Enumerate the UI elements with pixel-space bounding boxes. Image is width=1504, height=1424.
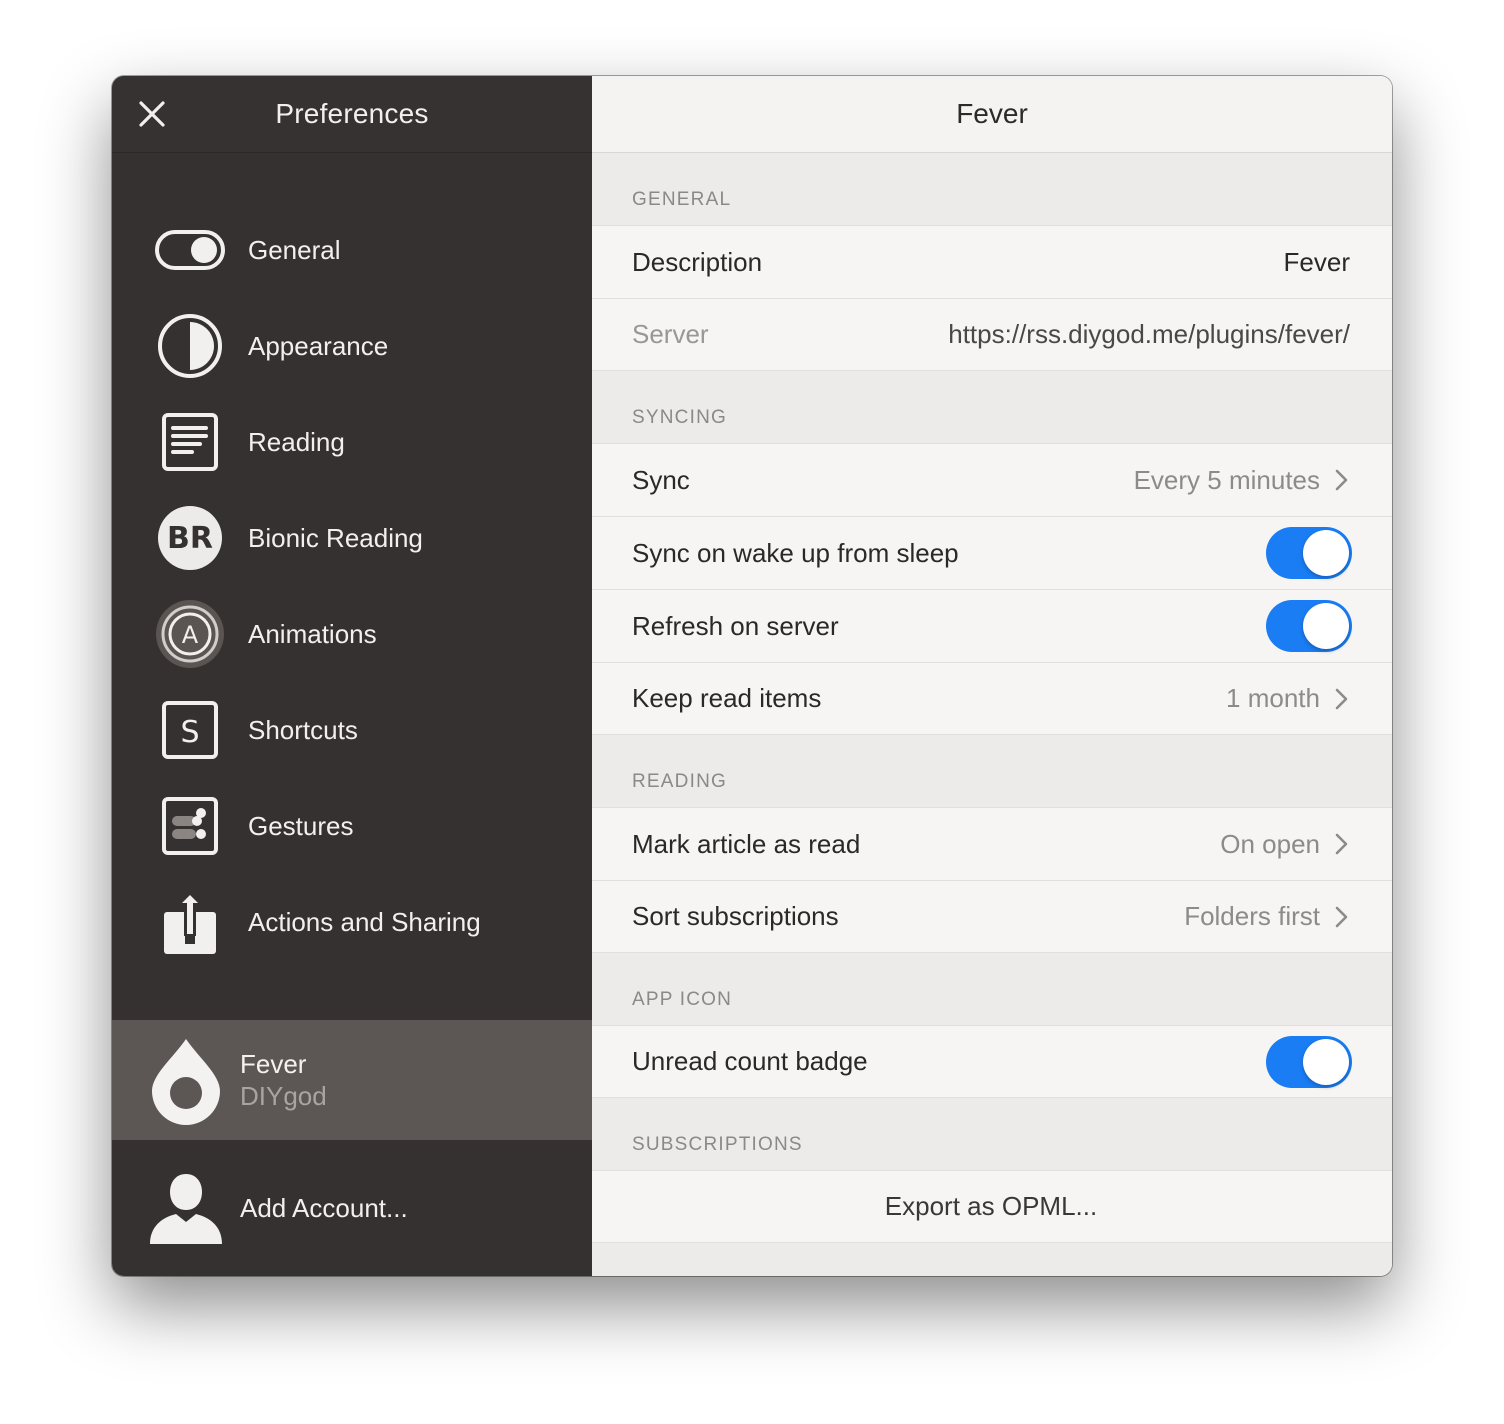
chevron-right-icon (1335, 469, 1348, 491)
account-name: Fever (240, 1049, 307, 1079)
section-header-general: GENERAL (632, 189, 732, 210)
sidebar-item-shortcuts[interactable]: S Shortcuts (112, 682, 592, 778)
sidebar-item-label: Bionic Reading (248, 522, 423, 553)
mark-article-label: Mark article as read (632, 828, 861, 859)
sort-subscriptions-value-group: Folders first (1184, 901, 1350, 932)
sidebar-item-bionic-reading[interactable]: BR Bionic Reading (112, 490, 592, 586)
server-row: Server https://rss.diygod.me/plugins/fev… (592, 298, 1392, 371)
sync-on-wake-label: Sync on wake up from sleep (632, 537, 959, 568)
mark-article-value-group: On open (1220, 829, 1350, 860)
add-account-button[interactable]: Add Account... (112, 1140, 592, 1276)
chevron-right-icon (1335, 833, 1348, 855)
document-lines-icon (154, 406, 226, 478)
mark-article-value: On open (1220, 828, 1320, 859)
export-opml-button[interactable]: Export as OPML... (592, 1170, 1392, 1243)
half-circle-icon (154, 310, 226, 382)
chevron-right-icon (1335, 688, 1348, 709)
sidebar-item-label: Shortcuts (248, 714, 358, 745)
sync-row[interactable]: Sync Every 5 minutes (592, 443, 1392, 516)
sidebar-item-label: Reading (248, 426, 345, 457)
fever-drop-icon (152, 1039, 220, 1125)
keep-read-items-value: 1 month (1226, 683, 1320, 713)
sync-value: Every 5 minutes (1133, 464, 1320, 495)
keep-read-items-row[interactable]: Keep read items 1 month (592, 662, 1392, 735)
close-icon[interactable] (136, 98, 168, 130)
sync-label: Sync (632, 464, 690, 495)
add-account-label: Add Account... (240, 1192, 408, 1223)
unread-count-badge-row: Unread count badge (592, 1025, 1392, 1098)
chevron-right-icon (1335, 906, 1348, 927)
sidebar-item-label: Appearance (248, 330, 389, 361)
mark-article-row[interactable]: Mark article as read On open (592, 807, 1392, 880)
refresh-on-server-toggle[interactable] (1266, 600, 1352, 652)
section-header-subscriptions: SUBSCRIPTIONS (632, 1134, 803, 1155)
preferences-window: Preferences General Appearance Reading B… (112, 76, 1392, 1276)
panel-header: Fever (592, 76, 1392, 153)
sidebar-item-actions-sharing[interactable]: Actions and Sharing (112, 874, 592, 970)
keep-read-items-value-group: 1 month (1226, 683, 1350, 714)
svg-text:A: A (182, 621, 199, 649)
sync-on-wake-row: Sync on wake up from sleep (592, 516, 1392, 589)
sync-on-wake-toggle[interactable] (1266, 527, 1352, 579)
description-row[interactable]: Description Fever (592, 225, 1392, 298)
sidebar-item-reading[interactable]: Reading (112, 394, 592, 490)
refresh-on-server-label: Refresh on server (632, 610, 839, 641)
unread-count-badge-toggle[interactable] (1266, 1035, 1352, 1088)
sidebar-item-animations[interactable]: A Animations (112, 586, 592, 682)
unread-count-badge-label: Unread count badge (632, 1046, 868, 1076)
sort-subscriptions-row[interactable]: Sort subscriptions Folders first (592, 880, 1392, 953)
sidebar-item-general[interactable]: General (112, 202, 592, 298)
a-circle-icon: A (154, 598, 226, 670)
account-item-fever[interactable]: Fever DIYgod (112, 1020, 592, 1140)
sort-subscriptions-label: Sort subscriptions (632, 901, 839, 931)
sidebar-item-gestures[interactable]: Gestures (112, 778, 592, 874)
svg-text:S: S (180, 715, 199, 750)
sidebar-header: Preferences (112, 76, 592, 153)
s-square-icon: S (154, 694, 226, 766)
gesture-dots-icon (154, 790, 226, 862)
sidebar-item-label: General (248, 234, 341, 265)
toggle-knob (1303, 1038, 1349, 1085)
sidebar-title: Preferences (275, 98, 429, 129)
sidebar-item-appearance[interactable]: Appearance (112, 298, 592, 394)
sync-value-group: Every 5 minutes (1134, 465, 1350, 496)
server-label: Server (632, 319, 709, 349)
description-value: Fever (1283, 246, 1350, 277)
account-text: Fever DIYgod (240, 1048, 327, 1112)
person-icon (150, 1174, 222, 1244)
section-header-app-icon: APP ICON (632, 989, 733, 1010)
export-opml-label: Export as OPML... (884, 1191, 1098, 1221)
share-icon (154, 886, 226, 958)
sort-subscriptions-value: Folders first (1184, 901, 1320, 931)
br-badge-icon: BR (154, 502, 226, 574)
server-value: https://rss.diygod.me/plugins/fever/ (948, 319, 1350, 349)
refresh-on-server-row: Refresh on server (592, 589, 1392, 662)
sidebar-nav: General Appearance Reading BR Bionic Rea… (112, 202, 592, 970)
toggle-icon (154, 214, 226, 286)
section-header-syncing: SYNCING (632, 407, 727, 428)
sidebar-item-label: Actions and Sharing (248, 906, 481, 937)
account-username: DIYgod (240, 1081, 327, 1111)
sidebar-item-label: Animations (248, 618, 377, 649)
toggle-knob (1303, 603, 1349, 649)
panel-title: Fever (956, 98, 1028, 129)
sidebar-item-label: Gestures (248, 810, 354, 841)
svg-text:BR: BR (167, 521, 213, 556)
sidebar: Preferences General Appearance Reading B… (112, 76, 592, 1276)
description-label: Description (632, 246, 763, 277)
section-header-reading: READING (632, 771, 727, 792)
settings-panel: Fever GENERAL Description Fever Server h… (592, 76, 1392, 1276)
toggle-knob (1303, 530, 1349, 576)
keep-read-items-label: Keep read items (632, 683, 822, 713)
